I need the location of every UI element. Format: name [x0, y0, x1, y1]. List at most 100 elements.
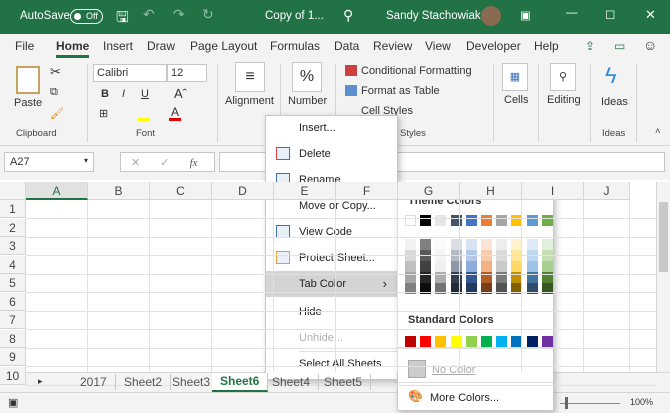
context-menu-item-view-code[interactable]: View Code [266, 219, 397, 245]
italic-button[interactable]: I [122, 88, 125, 100]
alignment-button[interactable]: Alignment [225, 95, 274, 107]
row-header-6[interactable]: 6 [0, 292, 26, 311]
row-header-4[interactable]: 4 [0, 255, 26, 274]
row-header-9[interactable]: 9 [0, 348, 26, 366]
macro-record-icon[interactable]: ▣ [8, 396, 18, 409]
theme-color-swatch[interactable] [465, 215, 477, 226]
enter-icon[interactable]: ✓ [160, 157, 169, 169]
tab-formulas[interactable]: Formulas [270, 39, 320, 53]
ribbon-display-icon[interactable]: ▣ [520, 8, 531, 22]
standard-color-swatch[interactable] [526, 336, 538, 347]
standard-color-swatch[interactable] [496, 336, 508, 347]
theme-shade-swatch[interactable] [465, 261, 477, 272]
zoom-level[interactable]: 100% [630, 397, 653, 407]
cells-button[interactable]: Cells [504, 94, 528, 106]
row-header-3[interactable]: 3 [0, 237, 26, 255]
theme-color-swatch[interactable] [435, 215, 447, 226]
column-header-D[interactable]: D [212, 182, 274, 200]
sheet-tab-2017[interactable]: 2017 [72, 374, 116, 390]
column-header-F[interactable]: F [336, 182, 398, 200]
row-header-8[interactable]: 8 [0, 329, 26, 348]
column-header-H[interactable]: H [460, 182, 522, 200]
column-header-B[interactable]: B [88, 182, 150, 200]
standard-color-swatch[interactable] [420, 336, 432, 347]
theme-shade-swatch[interactable] [481, 239, 492, 250]
context-menu-item-insert[interactable]: Insert... [266, 115, 397, 141]
theme-color-swatch[interactable] [541, 215, 553, 226]
select-all-corner[interactable] [0, 182, 26, 200]
alignment-icon[interactable]: ≡ [235, 62, 265, 92]
collapse-ribbon-icon[interactable]: ˄ [655, 126, 661, 137]
row-header-7[interactable]: 7 [0, 311, 26, 329]
theme-shade-swatch[interactable] [496, 239, 508, 250]
underline-button[interactable]: U [141, 88, 149, 100]
number-format-icon[interactable]: % [292, 62, 322, 92]
font-name-select[interactable]: Calibri [93, 64, 167, 82]
ideas-icon[interactable]: ϟ [605, 63, 617, 89]
search-icon[interactable]: ⚲ [343, 7, 353, 24]
theme-shade-swatch[interactable] [435, 239, 447, 250]
vertical-scrollbar[interactable] [656, 182, 670, 372]
theme-shade-swatch[interactable] [541, 239, 553, 250]
more-colors-option[interactable]: More Colors... [430, 392, 499, 404]
theme-shade-swatch[interactable] [481, 261, 492, 272]
tab-data[interactable]: Data [334, 39, 359, 53]
autosave-toggle[interactable]: Off [70, 9, 103, 24]
share-icon[interactable]: ⇪ [585, 39, 595, 53]
standard-color-swatch[interactable] [481, 336, 492, 347]
zoom-slider[interactable] [560, 403, 620, 404]
theme-shade-swatch[interactable] [405, 261, 416, 272]
conditional-formatting-button[interactable]: Conditional Formatting [361, 65, 472, 77]
theme-color-swatch[interactable] [481, 215, 492, 226]
cancel-icon[interactable]: ✕ [131, 157, 140, 169]
theme-shade-swatch[interactable] [541, 261, 553, 272]
bold-button[interactable]: B [101, 88, 109, 100]
theme-color-swatch[interactable] [420, 215, 432, 226]
context-menu-item-protect-sheet[interactable]: Protect Sheet... [266, 245, 397, 271]
feedback-icon[interactable]: ☺ [643, 37, 657, 53]
theme-shade-swatch[interactable] [420, 239, 432, 250]
paste-icon[interactable] [16, 66, 40, 94]
find-icon[interactable]: ⚲ [550, 63, 576, 91]
standard-color-swatch[interactable] [405, 336, 416, 347]
sheet-tab-sheet3[interactable]: Sheet3 [164, 374, 220, 390]
close-icon[interactable]: ✕ [645, 7, 656, 23]
redo-icon[interactable]: ↷ [173, 6, 185, 23]
paste-button[interactable]: Paste [14, 97, 42, 109]
borders-icon[interactable]: ⊞ [99, 107, 108, 120]
tab-insert[interactable]: Insert [103, 39, 133, 53]
column-header-C[interactable]: C [150, 182, 212, 200]
minimize-icon[interactable]: — [566, 7, 578, 19]
theme-shade-swatch[interactable] [405, 239, 416, 250]
theme-color-swatch[interactable] [526, 215, 538, 226]
theme-color-swatch[interactable] [496, 215, 508, 226]
repeat-icon[interactable]: ↻ [202, 6, 214, 23]
name-box[interactable]: A27 ▾ [4, 152, 94, 172]
comments-icon[interactable]: ▭ [614, 39, 625, 53]
format-painter-icon[interactable]: 🖌 [50, 107, 64, 120]
theme-shade-swatch[interactable] [420, 261, 432, 272]
row-header-1[interactable]: 1 [0, 200, 26, 218]
standard-color-swatch[interactable] [541, 336, 553, 347]
maximize-icon[interactable]: ☐ [605, 8, 615, 22]
tab-page-layout[interactable]: Page Layout [190, 39, 257, 53]
standard-color-swatch[interactable] [435, 336, 447, 347]
tab-view[interactable]: View [425, 39, 451, 53]
tab-home[interactable]: Home [56, 39, 90, 58]
cut-icon[interactable]: ✂ [50, 64, 61, 80]
fill-color-icon[interactable] [138, 118, 150, 121]
font-size-select[interactable]: 12 [167, 64, 207, 82]
standard-color-swatch[interactable] [465, 336, 477, 347]
cells-icon[interactable]: ▦ [502, 63, 528, 91]
theme-shade-swatch[interactable] [526, 261, 538, 272]
tab-developer[interactable]: Developer [466, 39, 521, 53]
tab-help[interactable]: Help [534, 39, 559, 53]
row-header-2[interactable]: 2 [0, 218, 26, 237]
column-header-I[interactable]: I [522, 182, 584, 200]
context-menu-item-hide[interactable]: Hide [266, 299, 397, 325]
sheet-tab-sheet6[interactable]: Sheet6 [212, 373, 269, 392]
column-header-G[interactable]: G [398, 182, 460, 200]
tab-draw[interactable]: Draw [147, 39, 175, 53]
avatar[interactable] [481, 6, 501, 26]
ideas-button[interactable]: Ideas [601, 96, 628, 108]
